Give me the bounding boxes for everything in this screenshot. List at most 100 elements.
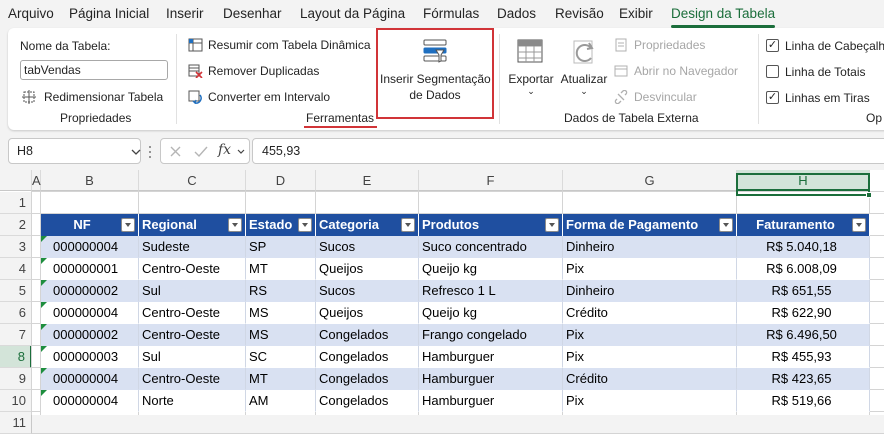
row-header-7[interactable]: 7 [0, 324, 32, 346]
table-cell[interactable]: Centro-Oeste [139, 368, 246, 390]
formula-input[interactable]: 455,93 [252, 138, 884, 164]
row-header-3[interactable]: 3 [0, 236, 32, 258]
fill-handle[interactable] [866, 192, 872, 198]
banded-rows-checkbox[interactable]: ✓ [766, 91, 779, 104]
open-browser-button[interactable]: Abrir no Navegador [614, 62, 754, 82]
column-header-g[interactable]: G [563, 170, 737, 191]
remove-duplicates-button[interactable]: Remover Duplicadas [188, 62, 338, 82]
row-header-4[interactable]: 4 [0, 258, 32, 280]
table-cell[interactable]: 000000004 [41, 236, 139, 258]
table-cell[interactable]: R$ 423,65 [737, 368, 870, 390]
table-cell[interactable]: Centro-Oeste [139, 324, 246, 346]
export-button[interactable]: Exportar ⌄ [506, 34, 556, 104]
header-row-checkbox[interactable]: ✓ [766, 39, 779, 52]
table-cell[interactable]: Frango congelado [419, 324, 563, 346]
row-header-5[interactable]: 5 [0, 280, 32, 302]
filter-dropdown-icon[interactable] [228, 218, 242, 232]
table-cell[interactable]: Queijo kg [419, 302, 563, 324]
refresh-button[interactable]: Atualizar ⌄ [558, 34, 610, 104]
table-cell[interactable]: Centro-Oeste [139, 302, 246, 324]
table-cell[interactable]: Sudeste [139, 236, 246, 258]
row-header-9[interactable]: 9 [0, 368, 32, 390]
insert-function-icon[interactable]: fx [218, 142, 231, 158]
table-cell[interactable]: Hamburguer [419, 368, 563, 390]
table-cell[interactable]: R$ 5.040,18 [737, 236, 870, 258]
header-row-option[interactable]: ✓ Linha de Cabeçalho [766, 38, 884, 56]
table-cell[interactable]: Pix [563, 324, 737, 346]
table-cell[interactable]: Refresco 1 L [419, 280, 563, 302]
insert-slicer-button[interactable]: Inserir Segmentação de Dados [380, 32, 491, 112]
column-header-c[interactable]: C [139, 170, 246, 191]
table-cell[interactable]: MT [246, 368, 316, 390]
row-header-10[interactable]: 10 [0, 390, 32, 412]
table-cell[interactable]: 000000002 [41, 324, 139, 346]
table-cell[interactable]: 000000003 [41, 346, 139, 368]
tab-arquivo[interactable]: Arquivo [8, 0, 54, 28]
table-cell[interactable]: Congelados [316, 346, 419, 368]
table-cell[interactable]: MT [246, 258, 316, 280]
filter-dropdown-icon[interactable] [719, 218, 733, 232]
tab-exibir[interactable]: Exibir [619, 0, 653, 28]
table-header-cell[interactable]: Categoria [316, 214, 419, 236]
table-cell[interactable]: SP [246, 236, 316, 258]
convert-range-button[interactable]: Converter em Intervalo [188, 88, 338, 108]
row-header-1[interactable]: 1 [0, 192, 32, 214]
pivot-summary-button[interactable]: Resumir com Tabela Dinâmica [188, 36, 378, 56]
total-row-option[interactable]: Linha de Totais [766, 64, 884, 82]
table-cell[interactable]: R$ 6.496,50 [737, 324, 870, 346]
select-all-corner[interactable] [0, 170, 32, 191]
table-cell[interactable]: Centro-Oeste [139, 258, 246, 280]
row-header-6[interactable]: 6 [0, 302, 32, 324]
table-cell[interactable]: R$ 622,90 [737, 302, 870, 324]
table-cell[interactable]: Congelados [316, 324, 419, 346]
table-cell[interactable]: R$ 519,66 [737, 390, 870, 412]
column-header-e[interactable]: E [316, 170, 419, 191]
table-cell[interactable]: 000000004 [41, 368, 139, 390]
tab-página-inicial[interactable]: Página Inicial [69, 0, 149, 28]
table-cell[interactable]: Congelados [316, 390, 419, 412]
table-cell[interactable]: Suco concentrado [419, 236, 563, 258]
resize-table-button[interactable]: Redimensionar Tabela [22, 88, 172, 108]
tab-layout-da-página[interactable]: Layout da Página [300, 0, 405, 28]
filter-dropdown-icon[interactable] [121, 218, 135, 232]
tab-inserir[interactable]: Inserir [166, 0, 204, 28]
table-cell[interactable]: Pix [563, 346, 737, 368]
table-cell[interactable]: Dinheiro [563, 236, 737, 258]
table-cell[interactable]: 000000004 [41, 302, 139, 324]
tab-design-da-tabela[interactable]: Design da Tabela [671, 0, 775, 28]
table-cell[interactable]: AM [246, 390, 316, 412]
tab-fórmulas[interactable]: Fórmulas [423, 0, 479, 28]
table-header-cell[interactable]: Forma de Pagamento [563, 214, 737, 236]
tab-desenhar[interactable]: Desenhar [223, 0, 282, 28]
table-cell[interactable]: R$ 6.008,09 [737, 258, 870, 280]
table-cell[interactable]: Sucos [316, 236, 419, 258]
table-cell[interactable]: Congelados [316, 368, 419, 390]
column-header-a[interactable]: A [32, 170, 41, 191]
name-box[interactable]: H8 [8, 138, 141, 164]
table-cell[interactable]: Hamburguer [419, 346, 563, 368]
filter-dropdown-icon[interactable] [298, 218, 312, 232]
row-header-2[interactable]: 2 [0, 214, 32, 236]
table-cell[interactable]: 000000002 [41, 280, 139, 302]
total-row-checkbox[interactable] [766, 65, 779, 78]
table-cell[interactable]: R$ 455,93 [737, 346, 870, 368]
column-header-h[interactable]: H [737, 170, 870, 191]
filter-dropdown-icon[interactable] [852, 218, 866, 232]
table-name-input[interactable]: tabVendas [20, 60, 168, 80]
table-cell[interactable]: Queijo kg [419, 258, 563, 280]
table-cell[interactable]: MS [246, 324, 316, 346]
table-cell[interactable]: R$ 651,55 [737, 280, 870, 302]
table-header-cell[interactable]: Estado [246, 214, 316, 236]
table-header-cell[interactable]: Faturamento [737, 214, 870, 236]
column-header-b[interactable]: B [41, 170, 139, 191]
table-header-cell[interactable]: Produtos [419, 214, 563, 236]
table-cell[interactable]: Dinheiro [563, 280, 737, 302]
table-cell[interactable]: Hamburguer [419, 390, 563, 412]
table-cell[interactable]: 000000001 [41, 258, 139, 280]
tab-dados[interactable]: Dados [497, 0, 536, 28]
filter-dropdown-icon[interactable] [545, 218, 559, 232]
table-cell[interactable]: Pix [563, 258, 737, 280]
column-header-f[interactable]: F [419, 170, 563, 191]
table-header-cell[interactable]: NF [41, 214, 139, 236]
table-cell[interactable]: SC [246, 346, 316, 368]
